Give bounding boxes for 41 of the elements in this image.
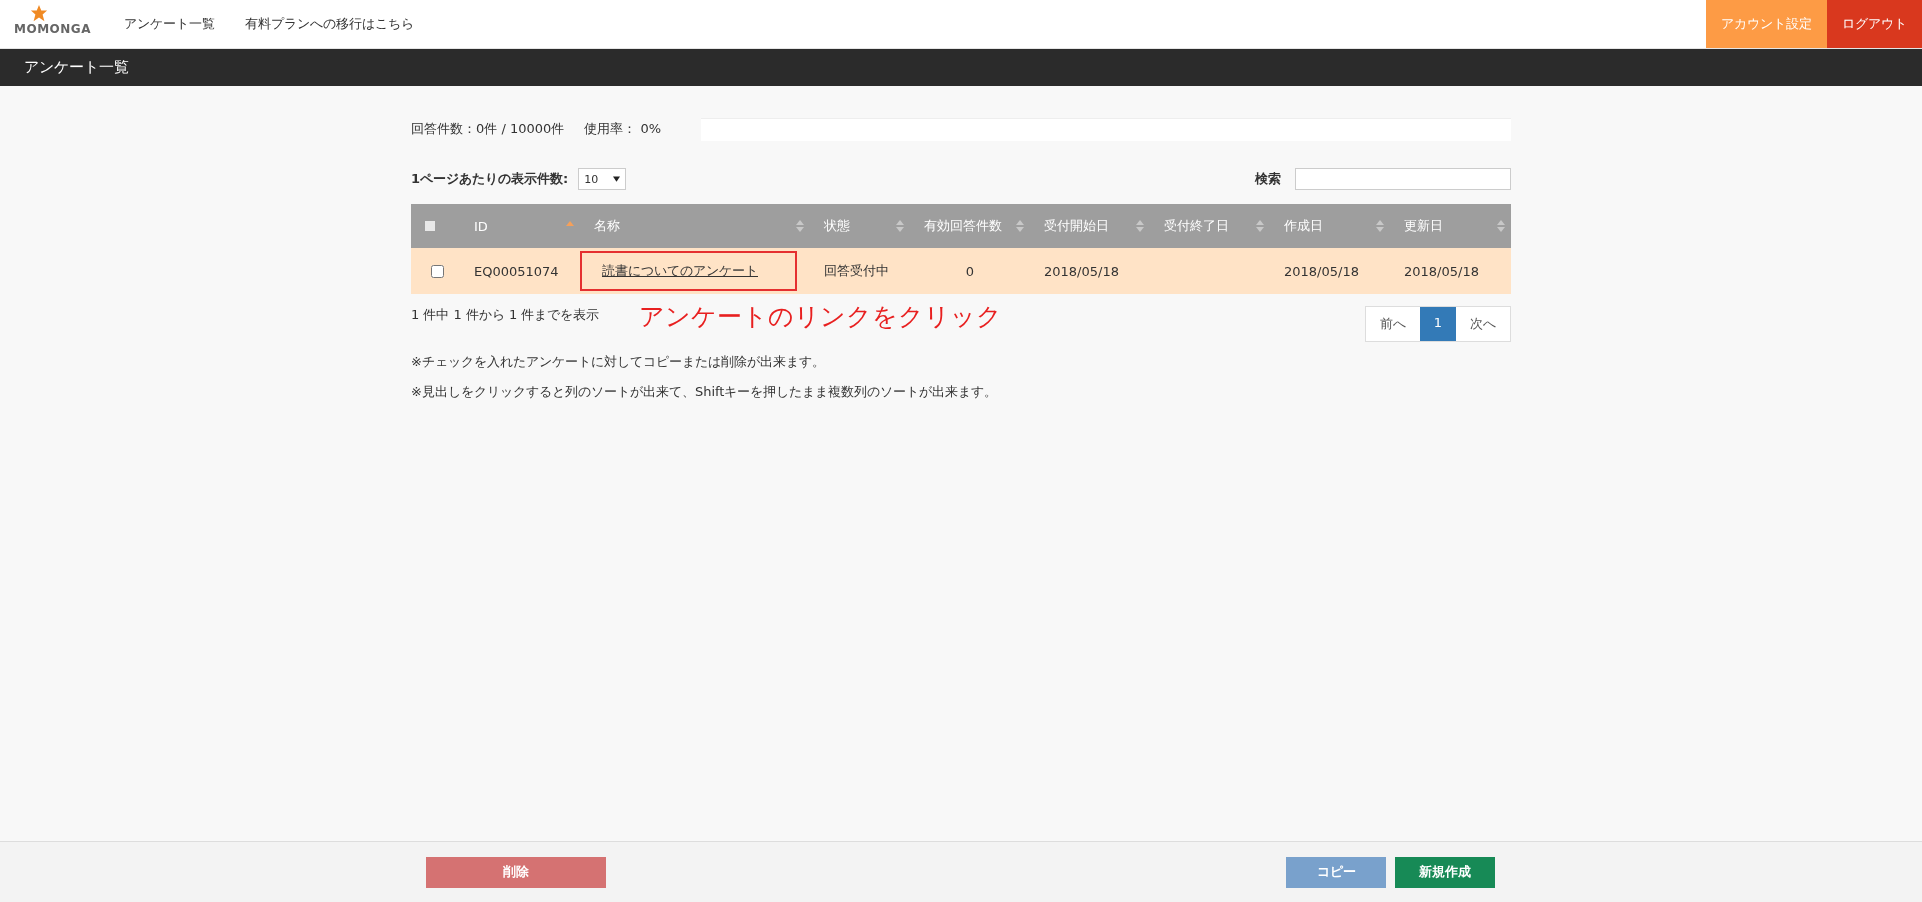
row-checkbox[interactable] [431, 264, 444, 278]
logout-button[interactable]: ログアウト [1827, 0, 1922, 48]
note-text: ※見出しをクリックすると列のソートが出来て、Shiftキーを押したまま複数列のソートが出来ます。 [411, 383, 999, 401]
column-header[interactable]: 作成日 [1270, 204, 1390, 248]
create-button[interactable]: 新規作成 [1395, 856, 1495, 888]
column-header[interactable]: 有効回答件数 [910, 204, 1030, 248]
entries-info: 1 件中 1 件から 1 件までを表示 [411, 306, 600, 324]
page-button[interactable]: 前へ [1365, 307, 1420, 341]
page-title: アンケート一覧 [24, 58, 129, 77]
delete-button[interactable]: 削除 [426, 856, 606, 888]
per-page-label: 1ページあたりの表示件数: [411, 170, 569, 188]
usage-rate: 使用率： 0% [584, 120, 662, 138]
note-text: ※チェックを入れたアンケートに対してコピーまたは削除が出来ます。 [411, 353, 826, 371]
column-header[interactable]: 更新日 [1390, 204, 1511, 248]
search-label: 検索 [1255, 170, 1281, 188]
date-cell: 2018/05/18 [1044, 263, 1119, 279]
copy-button[interactable]: コピー [1286, 856, 1386, 888]
count-cell: 0 [965, 263, 975, 279]
page-button[interactable]: 次へ [1456, 307, 1510, 341]
date-cell: 2018/05/18 [1284, 263, 1359, 279]
column-header[interactable]: 名称 [580, 204, 810, 248]
search-field[interactable] [1295, 168, 1511, 190]
dropdown-arrow-icon [613, 176, 621, 182]
column-header[interactable]: 状態 [810, 204, 910, 248]
account-settings-button[interactable]: アカウント設定 [1706, 0, 1827, 48]
column-header[interactable]: 受付開始日 [1030, 204, 1150, 248]
column-header[interactable]: ID [460, 204, 580, 248]
annotation-text: アンケートのリンクをクリック [639, 301, 1003, 333]
date-cell: 2018/05/18 [1404, 263, 1479, 279]
status-cell: 回答受付中 [824, 263, 889, 278]
logo[interactable]: MOMONGA [14, 0, 96, 48]
star-icon [30, 5, 48, 23]
page-button[interactable]: 1 [1419, 307, 1456, 341]
nav-link[interactable]: アンケート一覧 [124, 0, 215, 48]
response-count: 回答件数：0件 / 10000件 [411, 120, 565, 138]
nav-link[interactable]: 有料プランへの移行はこちら [245, 0, 414, 48]
per-page-select[interactable]: 10 [578, 168, 627, 190]
id-cell: EQ00051074 [474, 263, 559, 279]
select-all-checkbox[interactable] [425, 220, 435, 231]
survey-link[interactable]: 読書についてのアンケート [602, 262, 758, 280]
column-header[interactable]: 受付終了日 [1150, 204, 1270, 248]
